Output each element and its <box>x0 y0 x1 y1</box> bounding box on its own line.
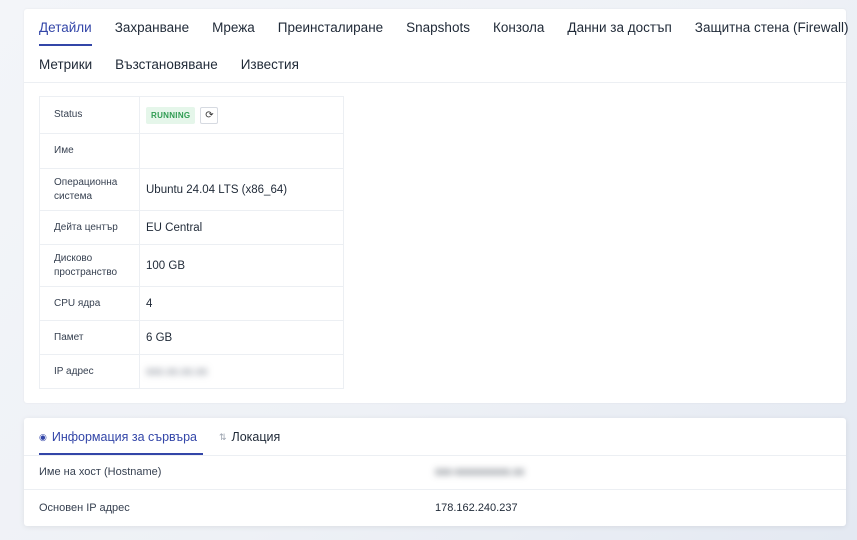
status-label: Status <box>39 96 140 134</box>
tab-server-info[interactable]: ◉ Информация за сървъра <box>39 430 203 455</box>
server-info-card: ◉ Информация за сървъра ⇅ Локация Име на… <box>24 418 846 526</box>
cpu-value: 4 <box>139 286 344 321</box>
table-row: Дисково пространство 100 GB <box>39 244 344 287</box>
tab-snapshots[interactable]: Snapshots <box>406 19 470 45</box>
table-row: CPU ядра 4 <box>39 286 344 321</box>
table-row: Име <box>39 133 344 169</box>
tab-power[interactable]: Захранване <box>115 19 189 45</box>
name-label: Име <box>39 133 140 169</box>
tab-network[interactable]: Мрежа <box>212 19 255 45</box>
hostname-value-blurred: xxx-xxxxxxxxxx.xx <box>435 466 525 478</box>
status-badge: RUNNING <box>146 106 196 124</box>
os-label: Операционна система <box>39 168 140 211</box>
tab-location[interactable]: ⇅ Локация <box>219 430 280 455</box>
tab-restore[interactable]: Възстановяване <box>115 56 218 82</box>
name-value <box>139 133 344 169</box>
datacenter-label: Дейта център <box>39 210 140 245</box>
memory-value: 6 GB <box>139 320 344 355</box>
ip-label: IP адрес <box>39 354 140 389</box>
os-value: Ubuntu 24.04 LTS (x86_64) <box>139 168 344 211</box>
sort-arrows-icon: ⇅ <box>218 432 227 442</box>
table-row: Операционна система Ubuntu 24.04 LTS (x8… <box>39 168 344 211</box>
datacenter-value: EU Central <box>139 210 344 245</box>
memory-label: Памет <box>39 320 140 355</box>
tab-server-info-label: Информация за сървъра <box>51 430 197 444</box>
primary-ip-row: Основен IP адрес 178.162.240.237 <box>24 490 846 525</box>
hostname-label: Име на хост (Hostname) <box>39 466 162 478</box>
tabs-row-1: Детайли Захранване Мрежа Преинсталиране … <box>39 19 857 46</box>
disk-label: Дисково пространство <box>39 244 140 287</box>
tab-details[interactable]: Детайли <box>39 19 92 46</box>
tabs-divider <box>24 82 846 83</box>
tab-firewall[interactable]: Защитна стена (Firewall) <box>695 19 849 45</box>
table-row: Status RUNNING ⟳ <box>39 96 344 134</box>
server-details-card: Детайли Захранване Мрежа Преинсталиране … <box>24 9 849 403</box>
tab-notifications[interactable]: Известия <box>241 56 299 82</box>
refresh-button[interactable]: ⟳ <box>200 106 219 124</box>
table-row: IP адрес xxx.xx.xx.xx <box>39 354 344 389</box>
hostname-row: Име на хост (Hostname) xxx-xxxxxxxxxx.xx <box>24 455 846 490</box>
tab-console[interactable]: Конзола <box>493 19 544 45</box>
tab-reinstall[interactable]: Преинсталиране <box>278 19 383 45</box>
table-row: Дейта център EU Central <box>39 210 344 245</box>
cpu-label: CPU ядра <box>39 286 140 321</box>
refresh-icon: ⟳ <box>205 109 214 121</box>
tab-access-data[interactable]: Данни за достъп <box>567 19 671 45</box>
tab-metrics[interactable]: Метрики <box>39 56 92 82</box>
ip-value-blurred: xxx.xx.xx.xx <box>146 365 208 378</box>
table-row: Памет 6 GB <box>39 320 344 355</box>
primary-ip-label: Основен IP адрес <box>39 501 130 514</box>
location-pin-icon: ◉ <box>39 432 47 442</box>
tabs-row-2: Метрики Възстановяване Известия <box>39 56 322 82</box>
details-table: Status RUNNING ⟳ Име Операционна система … <box>39 96 344 389</box>
primary-ip-value: 178.162.240.237 <box>435 501 518 514</box>
tab-location-label: Локация <box>231 430 281 444</box>
disk-value: 100 GB <box>139 244 344 287</box>
info-tabs: ◉ Информация за сървъра ⇅ Локация <box>39 430 302 455</box>
